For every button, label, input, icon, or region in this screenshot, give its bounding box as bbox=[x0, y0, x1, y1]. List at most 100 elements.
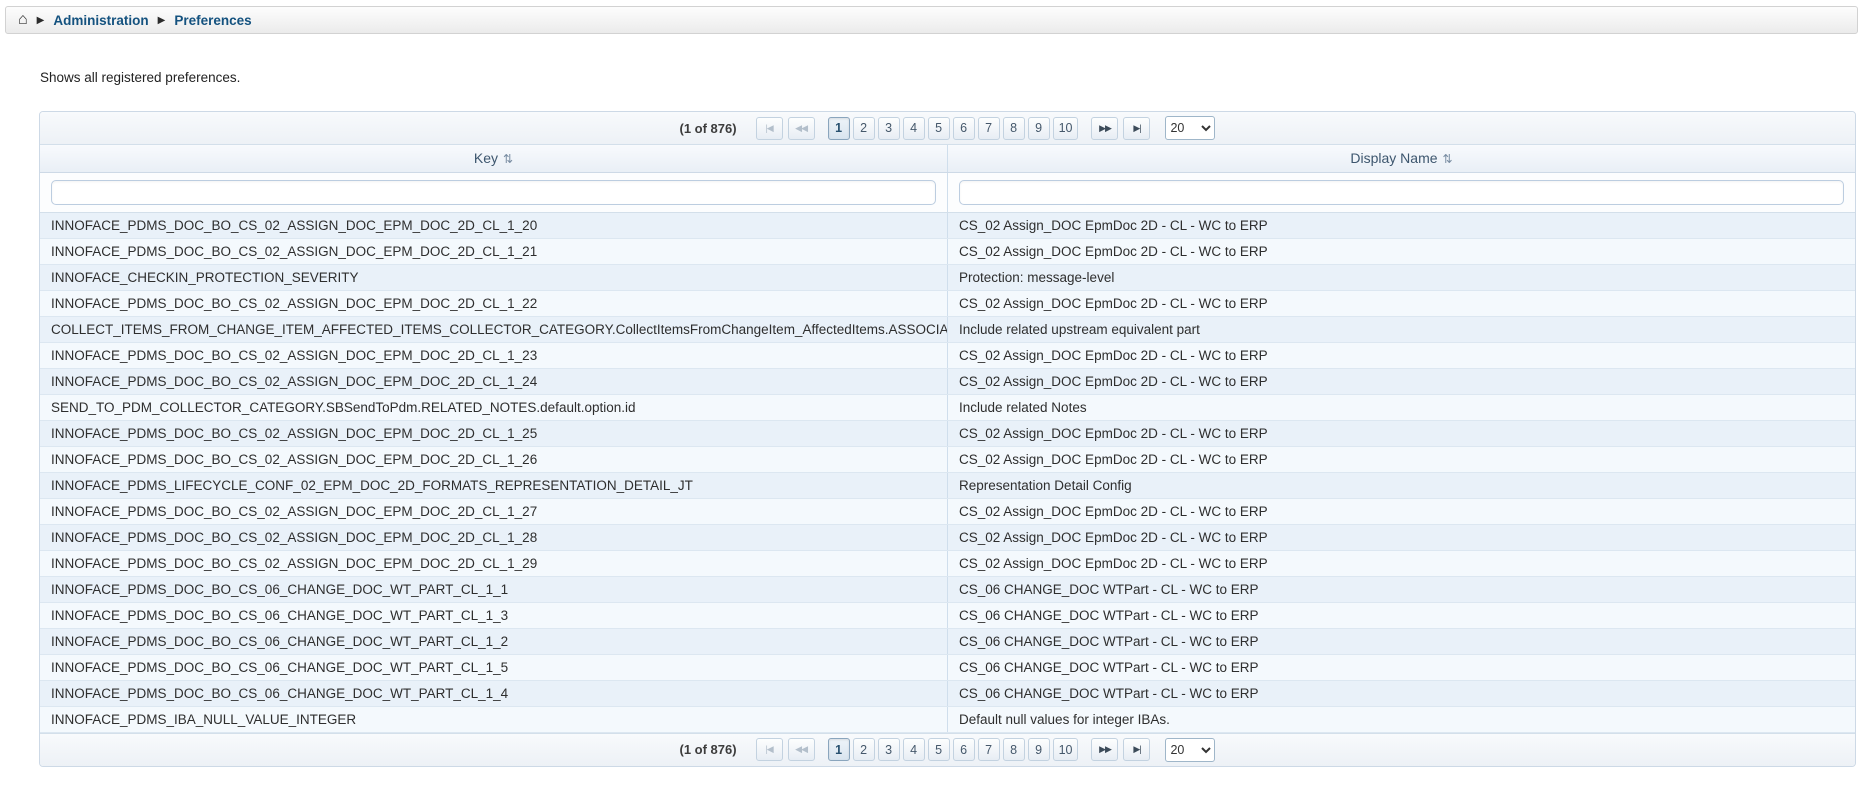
key-cell: INNOFACE_PDMS_DOC_BO_CS_02_ASSIGN_DOC_EP… bbox=[40, 524, 948, 550]
page-button-2[interactable]: 2 bbox=[853, 738, 875, 761]
key-cell: INNOFACE_PDMS_LIFECYCLE_CONF_02_EPM_DOC_… bbox=[40, 472, 948, 498]
table-row[interactable]: INNOFACE_PDMS_DOC_BO_CS_02_ASSIGN_DOC_EP… bbox=[40, 212, 1855, 238]
page-button-9[interactable]: 9 bbox=[1028, 117, 1050, 140]
rows-per-page-select[interactable]: 20 bbox=[1165, 738, 1215, 762]
key-cell: INNOFACE_PDMS_DOC_BO_CS_02_ASSIGN_DOC_EP… bbox=[40, 290, 948, 316]
display-name-cell: CS_02 Assign_DOC EpmDoc 2D - CL - WC to … bbox=[948, 238, 1856, 264]
sort-icon[interactable]: ⇅ bbox=[1443, 152, 1453, 166]
previous-page-button[interactable]: ◀◀ bbox=[788, 738, 815, 761]
breadcrumb-item-administration[interactable]: Administration bbox=[53, 13, 148, 28]
display-name-cell: CS_06 CHANGE_DOC WTPart - CL - WC to ERP bbox=[948, 654, 1856, 680]
key-cell: COLLECT_ITEMS_FROM_CHANGE_ITEM_AFFECTED_… bbox=[40, 316, 948, 342]
key-cell: INNOFACE_PDMS_IBA_NULL_VALUE_INTEGER bbox=[40, 706, 948, 732]
page-button-8[interactable]: 8 bbox=[1003, 738, 1025, 761]
key-cell: INNOFACE_PDMS_DOC_BO_CS_02_ASSIGN_DOC_EP… bbox=[40, 342, 948, 368]
table-row[interactable]: SEND_TO_PDM_COLLECTOR_CATEGORY.SBSendToP… bbox=[40, 394, 1855, 420]
column-header-key-label: Key bbox=[474, 150, 498, 166]
first-page-button[interactable]: |◀ bbox=[756, 117, 783, 140]
current-page-report: (1 of 876) bbox=[680, 121, 737, 136]
display-name-cell: Include related upstream equivalent part bbox=[948, 316, 1856, 342]
key-cell: INNOFACE_PDMS_DOC_BO_CS_02_ASSIGN_DOC_EP… bbox=[40, 238, 948, 264]
page-button-1[interactable]: 1 bbox=[828, 738, 850, 761]
page-button-2[interactable]: 2 bbox=[853, 117, 875, 140]
display-name-cell: CS_02 Assign_DOC EpmDoc 2D - CL - WC to … bbox=[948, 550, 1856, 576]
table-row[interactable]: INNOFACE_PDMS_DOC_BO_CS_02_ASSIGN_DOC_EP… bbox=[40, 368, 1855, 394]
table-row[interactable]: INNOFACE_PDMS_DOC_BO_CS_02_ASSIGN_DOC_EP… bbox=[40, 524, 1855, 550]
sort-icon[interactable]: ⇅ bbox=[503, 152, 513, 166]
table-row[interactable]: INNOFACE_PDMS_IBA_NULL_VALUE_INTEGERDefa… bbox=[40, 706, 1855, 732]
display-name-cell: CS_02 Assign_DOC EpmDoc 2D - CL - WC to … bbox=[948, 524, 1856, 550]
table-row[interactable]: INNOFACE_PDMS_DOC_BO_CS_02_ASSIGN_DOC_EP… bbox=[40, 550, 1855, 576]
page-button-6[interactable]: 6 bbox=[953, 738, 975, 761]
page-button-10[interactable]: 10 bbox=[1053, 738, 1079, 761]
page-button-4[interactable]: 4 bbox=[903, 117, 925, 140]
table-row[interactable]: INNOFACE_PDMS_DOC_BO_CS_06_CHANGE_DOC_WT… bbox=[40, 576, 1855, 602]
paginator-bottom: (1 of 876) |◀ ◀◀ 12345678910 ▶▶ ▶| 20 bbox=[40, 733, 1855, 766]
preferences-panel: (1 of 876) |◀ ◀◀ 12345678910 ▶▶ ▶| 20 Ke… bbox=[39, 111, 1856, 767]
key-cell: INNOFACE_PDMS_DOC_BO_CS_02_ASSIGN_DOC_EP… bbox=[40, 446, 948, 472]
rows-per-page-select[interactable]: 20 bbox=[1165, 116, 1215, 140]
page-button-7[interactable]: 7 bbox=[978, 738, 1000, 761]
display-name-cell: Default null values for integer IBAs. bbox=[948, 706, 1856, 732]
breadcrumb-separator-icon: ▶ bbox=[37, 15, 45, 26]
last-page-button[interactable]: ▶| bbox=[1123, 117, 1150, 140]
page-button-6[interactable]: 6 bbox=[953, 117, 975, 140]
preferences-table: Key ⇅ Display Name⇅ INNOFACE_PDMS_DOC_BO_… bbox=[40, 145, 1855, 733]
display-name-cell: CS_02 Assign_DOC EpmDoc 2D - CL - WC to … bbox=[948, 446, 1856, 472]
header-row: Key ⇅ Display Name⇅ bbox=[40, 145, 1855, 172]
table-row[interactable]: INNOFACE_CHECKIN_PROTECTION_SEVERITYProt… bbox=[40, 264, 1855, 290]
page-button-5[interactable]: 5 bbox=[928, 738, 950, 761]
display-name-filter-input[interactable] bbox=[959, 180, 1844, 205]
key-cell: INNOFACE_PDMS_DOC_BO_CS_06_CHANGE_DOC_WT… bbox=[40, 628, 948, 654]
display-name-cell: CS_02 Assign_DOC EpmDoc 2D - CL - WC to … bbox=[948, 290, 1856, 316]
last-page-button[interactable]: ▶| bbox=[1123, 738, 1150, 761]
key-cell: INNOFACE_PDMS_DOC_BO_CS_02_ASSIGN_DOC_EP… bbox=[40, 498, 948, 524]
next-page-button[interactable]: ▶▶ bbox=[1091, 738, 1118, 761]
key-cell: SEND_TO_PDM_COLLECTOR_CATEGORY.SBSendToP… bbox=[40, 394, 948, 420]
display-name-cell: CS_06 CHANGE_DOC WTPart - CL - WC to ERP bbox=[948, 576, 1856, 602]
table-row[interactable]: INNOFACE_PDMS_DOC_BO_CS_02_ASSIGN_DOC_EP… bbox=[40, 420, 1855, 446]
column-header-key[interactable]: Key ⇅ bbox=[40, 145, 948, 172]
column-header-display-name[interactable]: Display Name⇅ bbox=[948, 145, 1856, 172]
page-button-10[interactable]: 10 bbox=[1053, 117, 1079, 140]
previous-page-button[interactable]: ◀◀ bbox=[788, 117, 815, 140]
display-name-cell: CS_02 Assign_DOC EpmDoc 2D - CL - WC to … bbox=[948, 212, 1856, 238]
table-row[interactable]: INNOFACE_PDMS_DOC_BO_CS_02_ASSIGN_DOC_EP… bbox=[40, 342, 1855, 368]
paginator-top: (1 of 876) |◀ ◀◀ 12345678910 ▶▶ ▶| 20 bbox=[40, 112, 1855, 145]
display-name-cell: CS_02 Assign_DOC EpmDoc 2D - CL - WC to … bbox=[948, 342, 1856, 368]
intro-text: Shows all registered preferences. bbox=[40, 70, 1863, 85]
key-cell: INNOFACE_PDMS_DOC_BO_CS_02_ASSIGN_DOC_EP… bbox=[40, 420, 948, 446]
page-button-8[interactable]: 8 bbox=[1003, 117, 1025, 140]
display-name-cell: CS_02 Assign_DOC EpmDoc 2D - CL - WC to … bbox=[948, 368, 1856, 394]
page-button-9[interactable]: 9 bbox=[1028, 738, 1050, 761]
table-row[interactable]: INNOFACE_PDMS_DOC_BO_CS_06_CHANGE_DOC_WT… bbox=[40, 680, 1855, 706]
display-name-cell: CS_06 CHANGE_DOC WTPart - CL - WC to ERP bbox=[948, 628, 1856, 654]
display-name-cell: CS_02 Assign_DOC EpmDoc 2D - CL - WC to … bbox=[948, 498, 1856, 524]
key-cell: INNOFACE_PDMS_DOC_BO_CS_06_CHANGE_DOC_WT… bbox=[40, 654, 948, 680]
page-button-1[interactable]: 1 bbox=[828, 117, 850, 140]
table-row[interactable]: INNOFACE_PDMS_DOC_BO_CS_02_ASSIGN_DOC_EP… bbox=[40, 446, 1855, 472]
paginator-pages: 12345678910 bbox=[828, 117, 1079, 140]
page-button-3[interactable]: 3 bbox=[878, 738, 900, 761]
key-cell: INNOFACE_PDMS_DOC_BO_CS_06_CHANGE_DOC_WT… bbox=[40, 576, 948, 602]
table-row[interactable]: INNOFACE_PDMS_DOC_BO_CS_06_CHANGE_DOC_WT… bbox=[40, 602, 1855, 628]
table-row[interactable]: INNOFACE_PDMS_DOC_BO_CS_02_ASSIGN_DOC_EP… bbox=[40, 498, 1855, 524]
table-row[interactable]: INNOFACE_PDMS_DOC_BO_CS_02_ASSIGN_DOC_EP… bbox=[40, 238, 1855, 264]
display-name-cell: Protection: message-level bbox=[948, 264, 1856, 290]
table-row[interactable]: COLLECT_ITEMS_FROM_CHANGE_ITEM_AFFECTED_… bbox=[40, 316, 1855, 342]
page-button-3[interactable]: 3 bbox=[878, 117, 900, 140]
home-icon[interactable]: ⌂ bbox=[18, 12, 28, 28]
key-cell: INNOFACE_PDMS_DOC_BO_CS_06_CHANGE_DOC_WT… bbox=[40, 602, 948, 628]
page-button-5[interactable]: 5 bbox=[928, 117, 950, 140]
next-page-button[interactable]: ▶▶ bbox=[1091, 117, 1118, 140]
page-button-4[interactable]: 4 bbox=[903, 738, 925, 761]
key-filter-input[interactable] bbox=[51, 180, 936, 205]
first-page-button[interactable]: |◀ bbox=[756, 738, 783, 761]
table-row[interactable]: INNOFACE_PDMS_LIFECYCLE_CONF_02_EPM_DOC_… bbox=[40, 472, 1855, 498]
breadcrumb-item-preferences[interactable]: Preferences bbox=[174, 13, 251, 28]
key-cell: INNOFACE_PDMS_DOC_BO_CS_06_CHANGE_DOC_WT… bbox=[40, 680, 948, 706]
table-row[interactable]: INNOFACE_PDMS_DOC_BO_CS_06_CHANGE_DOC_WT… bbox=[40, 628, 1855, 654]
page-button-7[interactable]: 7 bbox=[978, 117, 1000, 140]
table-row[interactable]: INNOFACE_PDMS_DOC_BO_CS_02_ASSIGN_DOC_EP… bbox=[40, 290, 1855, 316]
table-row[interactable]: INNOFACE_PDMS_DOC_BO_CS_06_CHANGE_DOC_WT… bbox=[40, 654, 1855, 680]
